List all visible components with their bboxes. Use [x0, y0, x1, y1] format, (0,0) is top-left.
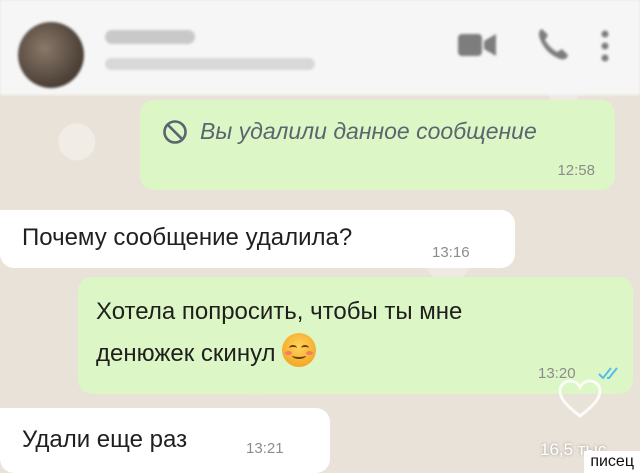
- contact-name[interactable]: [105, 30, 195, 44]
- message-time: 13:21: [246, 440, 284, 457]
- watermark: писец: [584, 451, 640, 473]
- message-line-2: денюжек скинул: [96, 340, 276, 367]
- message-bubble-incoming[interactable]: Почему сообщение удалила? 13:16: [0, 210, 515, 268]
- menu-icon[interactable]: [600, 30, 610, 62]
- message-bubble-deleted[interactable]: Вы удалили данное сообщение 12:58: [140, 100, 615, 190]
- message-bubble-incoming[interactable]: Удали еще раз 13:21: [0, 408, 330, 473]
- deleted-message-icon: [163, 119, 187, 144]
- message-time: 12:58: [557, 162, 595, 179]
- avatar[interactable]: [18, 22, 84, 88]
- video-call-icon[interactable]: [456, 28, 498, 62]
- smiling-blushing-emoji-icon: [281, 333, 316, 367]
- chat-header: [0, 0, 640, 95]
- message-line-1: Хотела попросить, чтобы ты мне: [96, 298, 463, 325]
- message-text: Хотела попросить, чтобы ты мне денюжек с…: [96, 291, 462, 375]
- heart-icon[interactable]: [557, 378, 603, 420]
- message-text: Удали еще раз: [22, 426, 188, 453]
- contact-status: [105, 58, 315, 70]
- message-text: Вы удалили данное сообщение: [200, 118, 537, 144]
- message-text: Почему сообщение удалила?: [22, 224, 353, 251]
- voice-call-icon[interactable]: [536, 26, 570, 62]
- message-bubble-outgoing[interactable]: Хотела попросить, чтобы ты мне денюжек с…: [78, 277, 633, 394]
- message-time: 13:16: [432, 244, 470, 261]
